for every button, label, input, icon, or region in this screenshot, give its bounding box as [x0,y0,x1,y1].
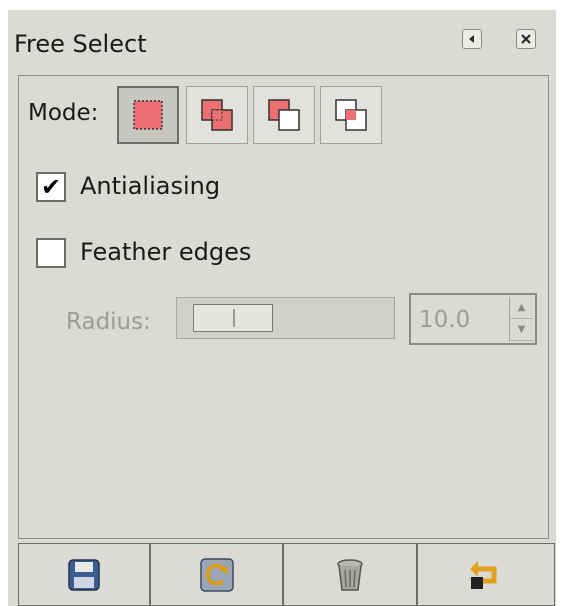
mode-intersect-button[interactable] [320,86,382,144]
mode-replace-button[interactable] [117,86,179,144]
restore-options-button[interactable] [150,543,283,606]
radius-slider[interactable] [176,297,395,339]
radius-slider-handle[interactable] [193,304,273,332]
spin-down-icon[interactable]: ▼ [510,319,533,341]
radius-spinbutton[interactable]: 10.0 ▲ ▼ [409,293,537,345]
save-icon [68,558,100,591]
reset-icon [470,560,497,589]
close-icon [521,34,531,44]
reset-options-button[interactable] [417,543,555,606]
feather-edges-label[interactable]: Feather edges [80,238,251,266]
arrow-left-icon [469,35,474,43]
spin-buttons: ▲ ▼ [509,297,533,341]
antialiasing-checkbox[interactable]: ✔ [36,172,66,202]
mode-add-button[interactable] [186,86,248,144]
spin-up-icon[interactable]: ▲ [510,297,533,319]
radius-value[interactable]: 10.0 [419,307,470,333]
save-options-button[interactable] [18,543,150,606]
intersect-selection-icon [335,99,367,131]
mode-subtract-button[interactable] [253,86,315,144]
radius-label: Radius: [66,309,151,335]
feather-edges-checkbox[interactable] [36,238,66,268]
restore-icon [199,557,234,592]
panel-title: Free Select [14,30,147,58]
mode-label: Mode: [28,100,99,126]
subtract-selection-icon [268,99,300,131]
close-button[interactable] [516,29,536,49]
add-selection-icon [201,99,233,131]
collapse-button[interactable] [462,29,482,49]
slider-grip [233,309,235,327]
antialiasing-label[interactable]: Antialiasing [80,172,220,200]
delete-options-button[interactable] [283,543,417,606]
replace-selection-icon [133,100,163,130]
trash-icon [337,558,363,591]
